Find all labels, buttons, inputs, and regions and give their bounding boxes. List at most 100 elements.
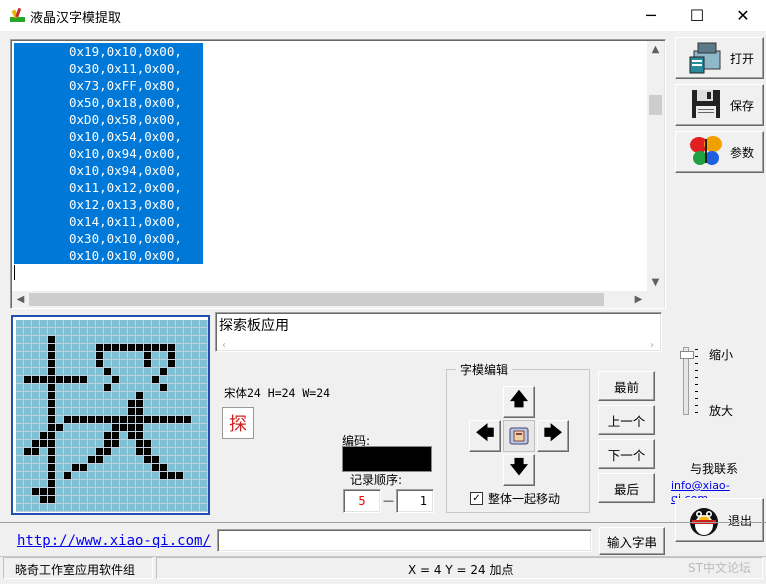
move-up-button[interactable]: 🡅 <box>503 386 535 418</box>
bitmap-cell[interactable] <box>120 360 128 368</box>
zoom-thumb[interactable] <box>680 351 694 359</box>
bitmap-cell[interactable] <box>80 336 88 344</box>
bitmap-cell[interactable] <box>200 448 208 456</box>
bitmap-cell[interactable] <box>136 400 144 408</box>
bitmap-cell[interactable] <box>72 448 80 456</box>
bitmap-cell[interactable] <box>88 496 96 504</box>
bitmap-cell[interactable] <box>128 488 136 496</box>
bitmap-cell[interactable] <box>80 344 88 352</box>
bitmap-cell[interactable] <box>16 424 24 432</box>
bitmap-cell[interactable] <box>192 344 200 352</box>
bitmap-cell[interactable] <box>80 328 88 336</box>
bitmap-cell[interactable] <box>104 496 112 504</box>
bitmap-cell[interactable] <box>168 488 176 496</box>
bitmap-cell[interactable] <box>40 456 48 464</box>
bitmap-cell[interactable] <box>104 416 112 424</box>
bitmap-cell[interactable] <box>72 480 80 488</box>
bitmap-cell[interactable] <box>80 320 88 328</box>
bitmap-cell[interactable] <box>136 344 144 352</box>
bitmap-cell[interactable] <box>24 464 32 472</box>
bitmap-cell[interactable] <box>176 376 184 384</box>
input-string-button[interactable]: 输入字串 <box>599 527 665 555</box>
exit-button[interactable]: 退出 <box>675 498 764 542</box>
bitmap-cell[interactable] <box>136 336 144 344</box>
bitmap-cell[interactable] <box>152 456 160 464</box>
bitmap-cell[interactable] <box>16 432 24 440</box>
bitmap-cell[interactable] <box>40 440 48 448</box>
bitmap-cell[interactable] <box>128 408 136 416</box>
bitmap-cell[interactable] <box>168 392 176 400</box>
bitmap-cell[interactable] <box>112 416 120 424</box>
bitmap-cell[interactable] <box>32 456 40 464</box>
bitmap-cell[interactable] <box>192 416 200 424</box>
bitmap-cell[interactable] <box>176 488 184 496</box>
bitmap-cell[interactable] <box>168 368 176 376</box>
move-all-checkbox[interactable]: ✓ <box>470 492 483 505</box>
bitmap-cell[interactable] <box>16 376 24 384</box>
bitmap-cell[interactable] <box>112 456 120 464</box>
bitmap-cell[interactable] <box>40 384 48 392</box>
bitmap-cell[interactable] <box>176 424 184 432</box>
bitmap-cell[interactable] <box>64 464 72 472</box>
bitmap-cell[interactable] <box>200 320 208 328</box>
bitmap-cell[interactable] <box>120 432 128 440</box>
bitmap-cell[interactable] <box>128 400 136 408</box>
bitmap-cell[interactable] <box>16 504 24 512</box>
bitmap-cell[interactable] <box>144 416 152 424</box>
bitmap-cell[interactable] <box>144 464 152 472</box>
bitmap-cell[interactable] <box>48 416 56 424</box>
maximize-button[interactable]: ☐ <box>674 0 720 31</box>
bitmap-cell[interactable] <box>136 392 144 400</box>
bitmap-cell[interactable] <box>200 384 208 392</box>
bitmap-cell[interactable] <box>32 472 40 480</box>
bitmap-cell[interactable] <box>120 488 128 496</box>
bitmap-cell[interactable] <box>104 384 112 392</box>
bitmap-cell[interactable] <box>112 432 120 440</box>
bitmap-cell[interactable] <box>88 368 96 376</box>
bitmap-cell[interactable] <box>192 400 200 408</box>
bitmap-cell[interactable] <box>112 384 120 392</box>
bitmap-cell[interactable] <box>56 352 64 360</box>
bitmap-cell[interactable] <box>144 336 152 344</box>
bitmap-cell[interactable] <box>176 400 184 408</box>
bitmap-cell[interactable] <box>160 464 168 472</box>
bitmap-cell[interactable] <box>56 360 64 368</box>
bitmap-cell[interactable] <box>168 464 176 472</box>
bitmap-cell[interactable] <box>16 320 24 328</box>
bitmap-cell[interactable] <box>152 328 160 336</box>
bitmap-cell[interactable] <box>136 360 144 368</box>
bitmap-cell[interactable] <box>104 360 112 368</box>
bitmap-cell[interactable] <box>200 496 208 504</box>
bitmap-cell[interactable] <box>24 424 32 432</box>
bitmap-cell[interactable] <box>160 352 168 360</box>
bitmap-cell[interactable] <box>48 472 56 480</box>
bitmap-cell[interactable] <box>56 480 64 488</box>
string-scroll-right-icon[interactable]: › <box>646 339 658 351</box>
bitmap-cell[interactable] <box>144 424 152 432</box>
bitmap-cell[interactable] <box>168 424 176 432</box>
vertical-scrollbar[interactable]: ▲ ▼ <box>647 41 664 291</box>
bitmap-cell[interactable] <box>40 400 48 408</box>
bitmap-cell[interactable] <box>56 440 64 448</box>
bitmap-cell[interactable] <box>120 352 128 360</box>
bitmap-cell[interactable] <box>200 472 208 480</box>
bitmap-cell[interactable] <box>16 344 24 352</box>
bitmap-cell[interactable] <box>48 504 56 512</box>
bitmap-cell[interactable] <box>40 368 48 376</box>
bitmap-cell[interactable] <box>88 400 96 408</box>
bitmap-cell[interactable] <box>104 408 112 416</box>
bitmap-cell[interactable] <box>40 416 48 424</box>
bitmap-cell[interactable] <box>40 488 48 496</box>
bitmap-cell[interactable] <box>56 368 64 376</box>
bitmap-cell[interactable] <box>16 496 24 504</box>
bitmap-cell[interactable] <box>136 376 144 384</box>
bitmap-cell[interactable] <box>176 320 184 328</box>
bitmap-cell[interactable] <box>144 360 152 368</box>
bitmap-cell[interactable] <box>120 368 128 376</box>
bitmap-cell[interactable] <box>64 440 72 448</box>
bitmap-cell[interactable] <box>184 352 192 360</box>
bitmap-cell[interactable] <box>152 368 160 376</box>
bitmap-cell[interactable] <box>152 392 160 400</box>
order-first-field[interactable]: 5 <box>343 489 381 513</box>
bitmap-cell[interactable] <box>200 376 208 384</box>
